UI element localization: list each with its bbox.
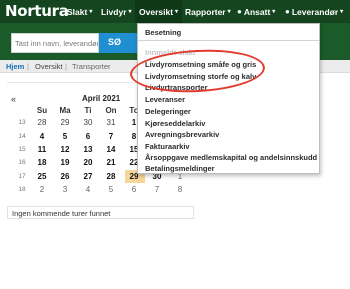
menu-item-avregningsbrevarkiv[interactable]: Avregningsbrevarkiv <box>145 130 219 139</box>
breadcrumb-home[interactable]: Hjem <box>6 62 24 71</box>
menu-item-besetning[interactable]: Besetning <box>145 28 181 37</box>
nav-label: Rapporter <box>185 6 226 17</box>
calendar-week-number: 13 <box>18 119 26 126</box>
menu-divider <box>138 40 319 41</box>
menu-item-leveranser[interactable]: Leveranser <box>145 95 185 104</box>
calendar-day[interactable]: 25 <box>33 172 51 181</box>
calendar-week-number: 17 <box>18 173 26 180</box>
calendar-day[interactable]: 12 <box>56 145 74 154</box>
calendar-week-number: 18 <box>18 186 26 193</box>
search-button[interactable]: SØ <box>99 33 139 53</box>
calendar-day[interactable]: 5 <box>56 132 74 141</box>
calendar-day[interactable]: 28 <box>33 118 51 127</box>
chevron-down-icon: ▾ <box>89 9 93 15</box>
calendar-day[interactable]: 6 <box>125 185 143 194</box>
calendar-day[interactable]: 28 <box>102 172 120 181</box>
calendar-day-header: Su <box>36 106 48 115</box>
calendar-week-number: 15 <box>18 146 26 153</box>
nav-label: Leverandør <box>291 6 339 17</box>
menu-item-betalingsmeldinger[interactable]: Betalingsmeldinger <box>145 164 215 173</box>
calendar-day[interactable]: 14 <box>102 145 120 154</box>
nav-label: Ansatt <box>243 6 271 17</box>
calendar-day[interactable]: 13 <box>79 145 97 154</box>
nav-oversikt[interactable]: Oversikt ▾ <box>135 0 183 23</box>
calendar-day[interactable]: 4 <box>33 132 51 141</box>
calendar-day[interactable]: 6 <box>79 132 97 141</box>
calendar-day[interactable]: 31 <box>102 118 120 127</box>
calendar-day[interactable]: 3 <box>56 185 74 194</box>
calendar-day[interactable]: 27 <box>79 172 97 181</box>
calendar-week-number: 16 <box>18 159 26 166</box>
breadcrumb-separator: | <box>65 62 67 71</box>
chevron-down-icon: ▾ <box>175 9 179 15</box>
calendar-day[interactable]: 4 <box>79 185 97 194</box>
calendar-day[interactable]: 2 <box>33 185 51 194</box>
breadcrumb-oversikt[interactable]: Oversikt <box>35 62 63 71</box>
menu-item-fakturaarkiv[interactable]: Fakturaarkiv <box>145 142 190 151</box>
chevron-down-icon: ▾ <box>227 9 231 15</box>
nav-label: Livdyr <box>101 6 127 17</box>
nortura-logo[interactable]: Nortura <box>5 2 69 20</box>
oversikt-dropdown-menu: Besetning Innmeldt slakt Livdyromsetning… <box>137 23 320 174</box>
menu-item-kjoreseddelarkiv[interactable]: Kjøreseddelarkiv <box>145 119 205 128</box>
calendar-day[interactable]: 8 <box>171 185 189 194</box>
calendar-day-header: Ti <box>84 106 92 115</box>
calendar-day[interactable]: 21 <box>102 158 120 167</box>
breadcrumb-separator: | <box>27 62 29 71</box>
search-input[interactable]: Tast inn navn, leverandør <box>11 33 99 53</box>
calendar-day[interactable]: 7 <box>148 185 166 194</box>
no-trips-message: Ingen kommende turer funnet <box>7 206 194 219</box>
nav-label: Oversikt <box>139 6 174 17</box>
calendar-week-number: 14 <box>18 133 26 140</box>
nav-label: Slakt <box>67 6 88 17</box>
nav-leverandor[interactable]: ● Leverandør ▾ <box>285 0 343 23</box>
calendar-day[interactable]: 19 <box>56 158 74 167</box>
previous-month-button[interactable]: « <box>11 94 16 104</box>
nav-rapporter[interactable]: Rapporter ▾ <box>185 0 231 23</box>
nav-slakt[interactable]: Slakt ▾ <box>67 0 92 23</box>
menu-item-arsoppgave[interactable]: Årsoppgave medlemskapital og andelsinnsk… <box>145 153 317 162</box>
calendar-month-title: April 2021 <box>82 94 121 103</box>
calendar-day-header: On <box>105 106 117 115</box>
nav-livdyr[interactable]: Livdyr ▾ <box>101 0 132 23</box>
nav-ansatt[interactable]: ● Ansatt ▾ <box>237 0 275 23</box>
calendar-day-header: Ma <box>59 106 71 115</box>
calendar-day[interactable]: 20 <box>79 158 97 167</box>
calendar-day[interactable]: 7 <box>102 132 120 141</box>
chevron-down-icon: ▾ <box>272 9 276 15</box>
calendar-day[interactable]: 29 <box>56 118 74 127</box>
breadcrumb-transporter: Transporter <box>72 62 111 71</box>
calendar-day[interactable]: 18 <box>33 158 51 167</box>
chevron-down-icon: ▾ <box>128 9 132 15</box>
chevron-down-icon: ▾ <box>340 9 344 15</box>
calendar-day[interactable]: 5 <box>102 185 120 194</box>
person-icon: ● <box>237 7 242 16</box>
menu-item-delegeringer[interactable]: Delegeringer <box>145 107 191 116</box>
calendar-day[interactable]: 26 <box>56 172 74 181</box>
calendar-day[interactable]: 11 <box>33 145 51 154</box>
calendar-day[interactable]: 30 <box>79 118 97 127</box>
person-icon: ● <box>285 7 290 16</box>
